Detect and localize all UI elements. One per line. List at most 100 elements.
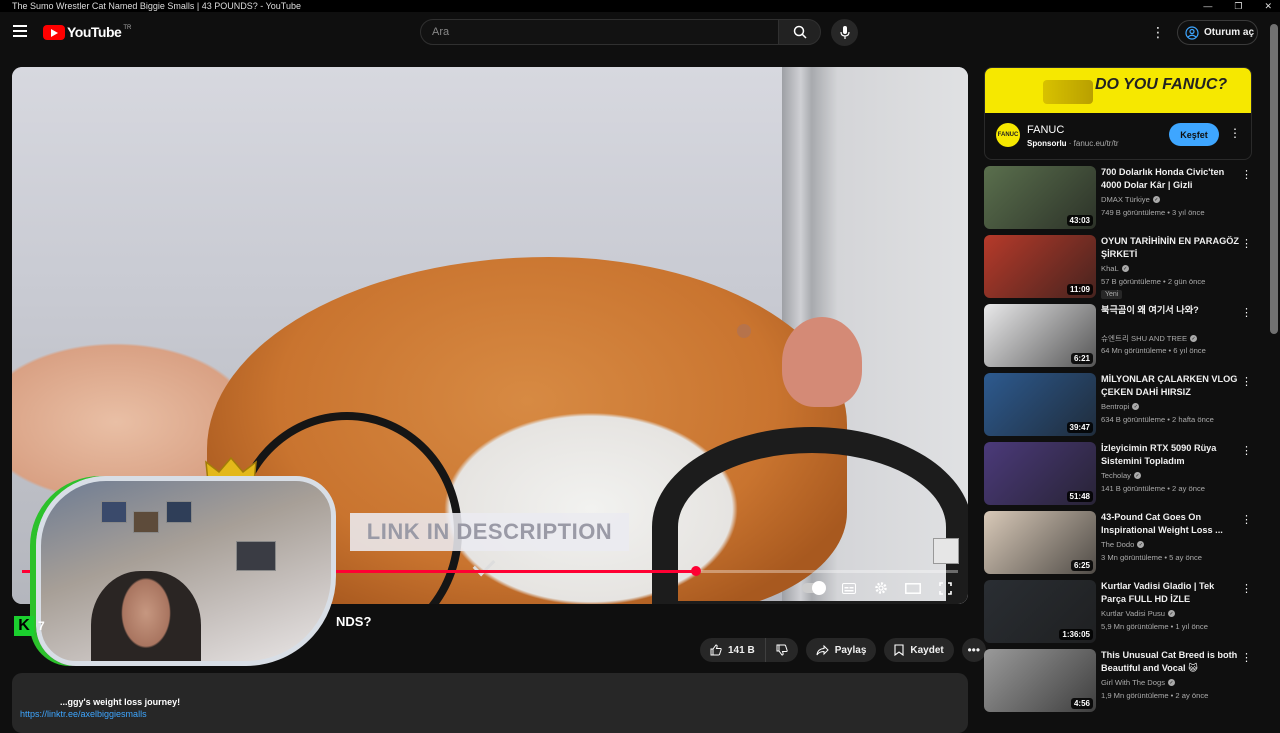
video-title[interactable]: 북극곰이 왜 여기서 나와? bbox=[1101, 304, 1239, 317]
recommended-video[interactable]: 1:36:05 Kurtlar Vadisi Gladio | Tek Parça… bbox=[984, 580, 1256, 646]
more-options-icon[interactable]: ⋮ bbox=[1241, 168, 1252, 181]
video-thumbnail[interactable]: 39:47 bbox=[984, 373, 1096, 436]
ad-banner[interactable]: DO YOU FANUC? bbox=[985, 68, 1251, 113]
share-icon bbox=[816, 644, 829, 655]
like-count: 141 B bbox=[728, 644, 755, 656]
video-duration: 51:48 bbox=[1066, 491, 1093, 502]
more-options-icon[interactable]: ⋮ bbox=[1241, 582, 1252, 595]
channel-name[interactable]: Techolay bbox=[1101, 471, 1131, 480]
search-box[interactable] bbox=[420, 19, 779, 45]
logo-text: YouTube bbox=[67, 24, 122, 40]
more-options-icon[interactable]: ⋮ bbox=[1241, 651, 1252, 664]
minimize-button[interactable]: — bbox=[1203, 0, 1212, 12]
menu-icon[interactable] bbox=[13, 25, 27, 37]
player-controls bbox=[802, 579, 954, 597]
channel-name[interactable]: Kurtlar Vadisi Pusu bbox=[1101, 609, 1165, 618]
recommended-video[interactable]: 6:25 43-Pound Cat Goes On Inspirational W… bbox=[984, 511, 1256, 577]
video-thumbnail[interactable]: 11:09 bbox=[984, 235, 1096, 298]
video-title[interactable]: 700 Dolarlık Honda Civic'ten 4000 Dolar … bbox=[1101, 166, 1239, 192]
video-duration: 6:25 bbox=[1070, 560, 1093, 571]
subtitles-icon[interactable] bbox=[840, 579, 858, 597]
video-duration: 6:21 bbox=[1070, 353, 1093, 364]
recommended-video[interactable]: 11:09 OYUN TARİHİNİN EN PARAGÖZ ŞİRKETİ Kh… bbox=[984, 235, 1256, 301]
maximize-button[interactable]: ❐ bbox=[1234, 0, 1242, 12]
video-title[interactable]: Kurtlar Vadisi Gladio | Tek Parça FULL H… bbox=[1101, 580, 1239, 606]
sign-in-button[interactable]: Oturum aç bbox=[1177, 20, 1258, 45]
more-options-icon[interactable]: ⋮ bbox=[1241, 375, 1252, 388]
channel-line: Kurtlar Vadisi Pusu ✓ bbox=[1101, 609, 1176, 618]
channel-name[interactable]: DMAX Türkiye bbox=[1101, 195, 1150, 204]
recommended-video[interactable]: 39:47 MİLYONLAR ÇALARKEN VLOG ÇEKEN DAHİ … bbox=[984, 373, 1256, 439]
more-horizontal-icon: ••• bbox=[967, 643, 981, 657]
recommended-video[interactable]: 4:56 This Unusual Cat Breed is both Beaut… bbox=[984, 649, 1256, 715]
ad-brand: FANUC bbox=[1027, 124, 1065, 136]
autoplay-toggle[interactable] bbox=[802, 581, 826, 595]
verified-check-icon: ✓ bbox=[1168, 679, 1176, 686]
channel-name[interactable]: KhaL bbox=[1101, 264, 1119, 273]
video-duration: 43:03 bbox=[1066, 215, 1093, 226]
ad-sponsored-label: Sponsorlu bbox=[1027, 139, 1067, 148]
voice-search-button[interactable] bbox=[831, 19, 858, 46]
video-title: NDS? bbox=[336, 614, 372, 629]
channel-name[interactable]: 슈엔트리 SHU AND TREE bbox=[1101, 333, 1187, 344]
channel-name[interactable]: Bentropi bbox=[1101, 402, 1129, 411]
like-button[interactable]: 141 B bbox=[700, 638, 766, 662]
description-link[interactable]: https://linktr.ee/axelbiggiesmalls bbox=[20, 709, 147, 719]
channel-line: 슈엔트리 SHU AND TREE ✓ bbox=[1101, 333, 1198, 344]
recommended-video[interactable]: 51:48 İzleyicimin RTX 5090 Rüya Sistemini… bbox=[984, 442, 1256, 508]
sponsored-ad[interactable]: DO YOU FANUC? FANUC FANUC Sponsorlu · fa… bbox=[984, 67, 1252, 160]
more-options-icon[interactable]: ⋮ bbox=[1241, 444, 1252, 457]
ad-cta-button[interactable]: Keşfet bbox=[1169, 123, 1219, 146]
channel-line: KhaL ✓ bbox=[1101, 264, 1129, 273]
channel-name[interactable]: Girl With The Dogs bbox=[1101, 678, 1165, 687]
settings-more-icon[interactable]: ⋮ bbox=[1150, 24, 1166, 40]
ad-more-icon[interactable]: ⋮ bbox=[1229, 126, 1241, 140]
ad-logo: FANUC bbox=[996, 123, 1020, 147]
video-thumbnail[interactable]: 6:21 bbox=[984, 304, 1096, 367]
video-thumbnail[interactable]: 51:48 bbox=[984, 442, 1096, 505]
webcam-frame bbox=[36, 476, 336, 666]
video-title[interactable]: İzleyicimin RTX 5090 Rüya Sistemini Topl… bbox=[1101, 442, 1239, 468]
scrubber-handle[interactable] bbox=[690, 566, 701, 576]
recommended-video[interactable]: 6:21 북극곰이 왜 여기서 나와? 슈엔트리 SHU AND TREE ✓ 64 M… bbox=[984, 304, 1256, 370]
webcam-overlay bbox=[36, 456, 336, 672]
video-thumbnail[interactable]: 1:36:05 bbox=[984, 580, 1096, 643]
search-input[interactable] bbox=[421, 20, 778, 44]
youtube-logo[interactable]: YouTube TR bbox=[43, 24, 131, 40]
description-text: ...ggy's weight loss journey! bbox=[60, 697, 181, 707]
more-actions-button[interactable]: ••• bbox=[961, 638, 986, 662]
kick-count: 7 bbox=[38, 619, 45, 633]
video-title[interactable]: MİLYONLAR ÇALARKEN VLOG ÇEKEN DAHİ HIRSI… bbox=[1101, 373, 1239, 399]
video-meta: 1,9 Mn görüntüleme • 2 ay önce bbox=[1101, 691, 1209, 700]
bookmark-icon bbox=[894, 644, 904, 656]
thumbs-up-icon bbox=[710, 644, 722, 656]
recommended-video[interactable]: 43:03 700 Dolarlık Honda Civic'ten 4000 D… bbox=[984, 166, 1256, 232]
video-thumbnail[interactable]: 4:56 bbox=[984, 649, 1096, 712]
more-options-icon[interactable]: ⋮ bbox=[1241, 237, 1252, 250]
room-frame-picture bbox=[236, 541, 276, 571]
search-button[interactable] bbox=[778, 19, 821, 45]
kick-badge: K 7 bbox=[14, 616, 45, 636]
video-thumbnail[interactable]: 43:03 bbox=[984, 166, 1096, 229]
share-button[interactable]: Paylaş bbox=[805, 638, 877, 662]
video-title[interactable]: This Unusual Cat Breed is both Beautiful… bbox=[1101, 649, 1239, 675]
kick-logo-icon: K bbox=[14, 616, 34, 636]
more-options-icon[interactable]: ⋮ bbox=[1241, 513, 1252, 526]
video-thumbnail[interactable]: 6:25 bbox=[984, 511, 1096, 574]
theater-mode-icon[interactable] bbox=[904, 579, 922, 597]
page-scrollbar[interactable] bbox=[1270, 24, 1278, 334]
ad-url: fanuc.eu/tr/tr bbox=[1073, 139, 1119, 148]
channel-name[interactable]: The Dodo bbox=[1101, 540, 1134, 549]
gear-icon[interactable] bbox=[872, 579, 890, 597]
video-duration: 1:36:05 bbox=[1059, 629, 1093, 640]
video-title[interactable]: 43-Pound Cat Goes On Inspirational Weigh… bbox=[1101, 511, 1239, 537]
more-options-icon[interactable]: ⋮ bbox=[1241, 306, 1252, 319]
fullscreen-icon[interactable] bbox=[936, 579, 954, 597]
verified-check-icon: ✓ bbox=[1132, 403, 1140, 410]
dislike-button[interactable] bbox=[765, 638, 798, 662]
room-poster bbox=[133, 511, 159, 533]
close-button[interactable]: ✕ bbox=[1264, 0, 1272, 12]
channel-watermark[interactable] bbox=[933, 538, 959, 564]
video-title[interactable]: OYUN TARİHİNİN EN PARAGÖZ ŞİRKETİ bbox=[1101, 235, 1239, 261]
save-button[interactable]: Kaydet bbox=[884, 638, 954, 662]
